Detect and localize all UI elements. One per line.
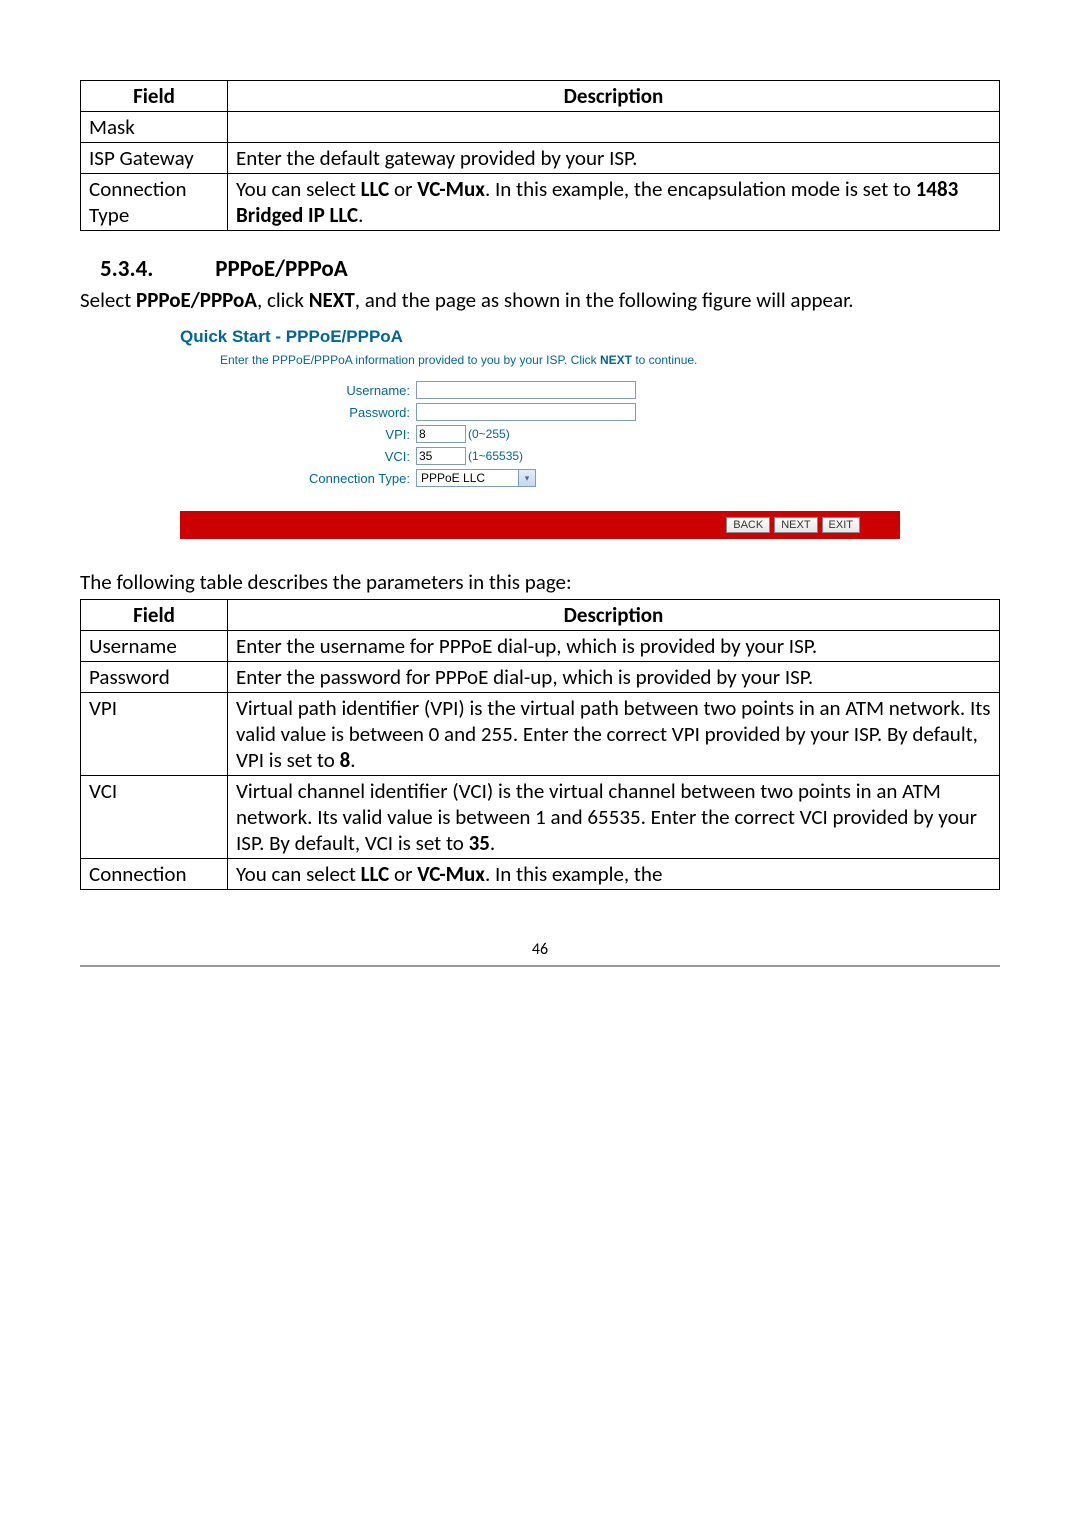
footer-rule [80, 965, 1000, 967]
figure-title: Quick Start - PPPoE/PPPoA [180, 327, 900, 347]
field-cell: Connection Type [81, 174, 228, 231]
desc-cell: Enter the username for PPPoE dial-up, wh… [228, 631, 1000, 662]
section-number: 5.3.4. [100, 255, 210, 283]
password-input[interactable] [416, 403, 636, 421]
exit-button[interactable]: EXIT [822, 517, 860, 533]
table-row: VCI Virtual channel identifier (VCI) is … [81, 776, 1000, 859]
field-cell: Username [81, 631, 228, 662]
form-row-vci: VCI: (1~65535) [180, 447, 900, 465]
username-label: Username: [180, 383, 416, 398]
desc-cell: You can select LLC or VC-Mux. In this ex… [228, 859, 1000, 890]
desc-cell: Virtual channel identifier (VCI) is the … [228, 776, 1000, 859]
table-row: Password Enter the password for PPPoE di… [81, 662, 1000, 693]
table-row: Mask [81, 112, 1000, 143]
col-header-description: Description [228, 600, 1000, 631]
field-cell: VPI [81, 693, 228, 776]
parameters-table-2: Field Description Username Enter the use… [80, 599, 1000, 890]
table-row: ISP Gateway Enter the default gateway pr… [81, 143, 1000, 174]
connection-type-select[interactable]: PPPoE LLC ▾ [416, 469, 536, 487]
form-row-password: Password: [180, 403, 900, 421]
desc-cell: You can select LLC or VC-Mux. In this ex… [228, 174, 1000, 231]
vci-range-hint: (1~65535) [468, 449, 523, 463]
table-row: Username Enter the username for PPPoE di… [81, 631, 1000, 662]
desc-cell [228, 112, 1000, 143]
field-cell: Connection [81, 859, 228, 890]
desc-cell: Virtual path identifier (VPI) is the vir… [228, 693, 1000, 776]
figure-button-bar: BACK NEXT EXIT [180, 511, 900, 539]
section-title: PPPoE/PPPoA [215, 255, 347, 283]
password-label: Password: [180, 405, 416, 420]
form-row-connection-type: Connection Type: PPPoE LLC ▾ [180, 469, 900, 487]
connection-type-label: Connection Type: [180, 471, 416, 486]
back-button[interactable]: BACK [726, 517, 770, 533]
col-header-field: Field [81, 600, 228, 631]
username-input[interactable] [416, 381, 636, 399]
table-row: VPI Virtual path identifier (VPI) is the… [81, 693, 1000, 776]
parameters-table-1: Field Description Mask ISP Gateway Enter… [80, 80, 1000, 231]
vci-label: VCI: [180, 449, 416, 464]
figure-subtitle: Enter the PPPoE/PPPoA information provid… [220, 353, 900, 367]
table-2-caption: The following table describes the parame… [80, 569, 1000, 595]
section-heading: 5.3.4. PPPoE/PPPoA [100, 255, 1000, 283]
next-button[interactable]: NEXT [774, 517, 817, 533]
vci-input[interactable] [416, 447, 466, 465]
field-cell: Password [81, 662, 228, 693]
col-header-field: Field [81, 81, 228, 112]
page-number: 46 [80, 940, 1000, 959]
quick-start-figure: Quick Start - PPPoE/PPPoA Enter the PPPo… [180, 327, 900, 539]
desc-cell: Enter the password for PPPoE dial-up, wh… [228, 662, 1000, 693]
vpi-input[interactable] [416, 425, 466, 443]
vpi-range-hint: (0~255) [468, 427, 510, 441]
field-cell: ISP Gateway [81, 143, 228, 174]
chevron-down-icon: ▾ [518, 470, 535, 486]
field-cell: VCI [81, 776, 228, 859]
connection-type-value: PPPoE LLC [421, 471, 485, 485]
form-row-username: Username: [180, 381, 900, 399]
col-header-description: Description [228, 81, 1000, 112]
table-row: Connection Type You can select LLC or VC… [81, 174, 1000, 231]
desc-cell: Enter the default gateway provided by yo… [228, 143, 1000, 174]
vpi-label: VPI: [180, 427, 416, 442]
form-row-vpi: VPI: (0~255) [180, 425, 900, 443]
table-row: Connection You can select LLC or VC-Mux.… [81, 859, 1000, 890]
section-intro: Select PPPoE/PPPoA, click NEXT, and the … [80, 287, 1000, 313]
field-cell: Mask [81, 112, 228, 143]
